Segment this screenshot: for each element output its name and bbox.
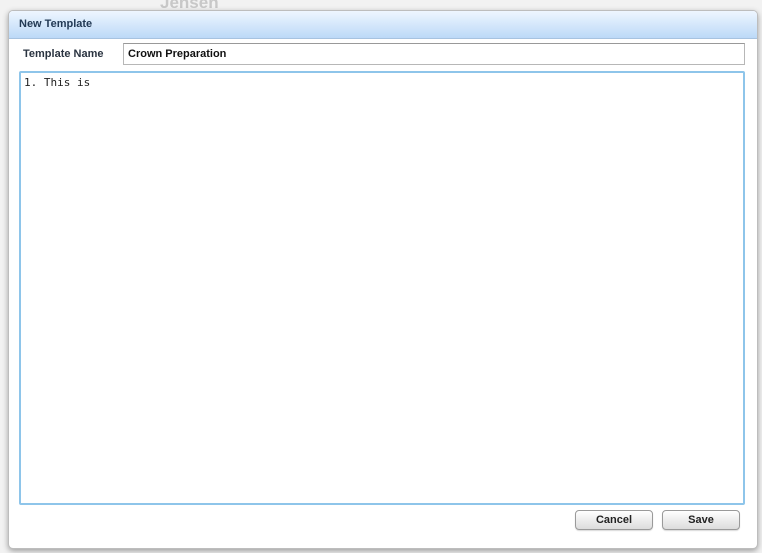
template-body-textarea[interactable]: 1. This is <box>19 71 745 505</box>
dialog-title: New Template <box>19 18 93 30</box>
template-name-row: Template Name <box>9 43 757 67</box>
new-template-dialog: New Template Template Name 1. This is Ca… <box>8 10 758 549</box>
dialog-titlebar[interactable]: New Template <box>9 11 757 39</box>
cancel-button[interactable]: Cancel <box>575 510 653 530</box>
template-name-label: Template Name <box>23 48 104 60</box>
template-name-input[interactable] <box>123 43 745 65</box>
save-button[interactable]: Save <box>662 510 740 530</box>
